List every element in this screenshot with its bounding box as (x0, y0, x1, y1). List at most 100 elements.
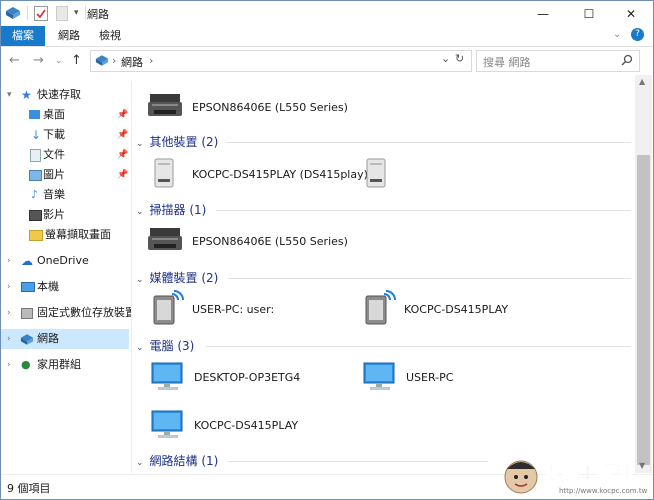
customize-toolbar-icon[interactable]: ▾ (74, 8, 79, 18)
device-media-2[interactable]: KOCPC-DS415PLAY (362, 289, 508, 329)
device-label: KOCPC-DS415PLAY (DS415play) (192, 167, 368, 181)
nav-homegroup[interactable]: › ● 家用群組 (1, 355, 131, 375)
chevron-right-icon[interactable]: › (7, 303, 11, 323)
device-media-1[interactable]: USER-PC: user: (150, 289, 274, 329)
device-other-2[interactable] (362, 154, 390, 194)
up-icon[interactable]: ↑ (71, 53, 82, 68)
chevron-down-icon[interactable]: ▾ (7, 85, 12, 105)
nav-removable-drive[interactable]: › 固定式數位存放裝置 (1, 303, 131, 323)
chevron-down-icon[interactable]: ⌄ (136, 207, 144, 217)
item-count: 9 個項目 (7, 482, 51, 495)
group-title: 其他裝置 (2) (149, 135, 219, 149)
chevron-down-icon[interactable]: ⌄ (136, 139, 144, 149)
properties-icon[interactable] (34, 5, 48, 21)
printer-icon (146, 90, 184, 125)
chevron-right-icon[interactable]: › (7, 277, 11, 297)
group-title: 掃描器 (1) (149, 203, 207, 217)
svg-text:電腦王阿達: 電腦王阿達 (543, 462, 633, 484)
pin-icon[interactable]: 📌 (117, 145, 128, 165)
help-icon[interactable]: ? (631, 28, 644, 41)
watermark-logo: 電腦王阿達 http://www.kocpc.com.tw (499, 451, 649, 499)
chevron-down-icon[interactable]: ⌄ (136, 458, 144, 468)
search-box[interactable]: 搜尋 網路 (476, 50, 640, 72)
computer-icon (150, 407, 186, 444)
device-label: KOCPC-DS415PLAY (194, 418, 299, 432)
device-pc-1[interactable]: DESKTOP-OP3ETG4 (150, 357, 300, 397)
title-bar: ▾ 網路 — ☐ ✕ (1, 1, 653, 26)
pin-icon[interactable]: 📌 (117, 105, 128, 125)
nav-item-downloads[interactable]: ↓ 下載 📌 (1, 125, 131, 145)
explorer-window: ▾ 網路 — ☐ ✕ 檔案 網路 檢視 ⌄ ? ← → ⌄ ↑ › 網路 › ⌄… (0, 0, 654, 500)
nav-label: 文件 (43, 148, 65, 161)
homegroup-icon: ● (21, 358, 31, 371)
path-separator-icon[interactable]: › (149, 54, 153, 67)
nav-label: 桌面 (43, 108, 65, 121)
computer-icon (362, 359, 398, 396)
group-title: 網路結構 (1) (149, 454, 219, 468)
window-title: 網路 (87, 8, 109, 21)
nav-item-pictures[interactable]: 圖片 📌 (1, 165, 131, 185)
download-icon: ↓ (31, 128, 42, 142)
group-title: 電腦 (3) (149, 339, 195, 353)
nas-icon (362, 157, 390, 192)
device-scanner[interactable]: EPSON86406E (L550 Series) (146, 221, 348, 261)
nav-item-videos[interactable]: 影片 (1, 205, 131, 225)
scrollbar-thumb[interactable] (637, 155, 650, 465)
expand-ribbon-icon[interactable]: ⌄ (613, 29, 621, 40)
address-dropdown-icon[interactable]: ⌄ (441, 52, 450, 65)
recent-locations-icon[interactable]: ⌄ (55, 56, 63, 66)
chevron-right-icon[interactable]: › (7, 251, 11, 271)
pin-icon[interactable]: 📌 (117, 165, 128, 185)
device-printer[interactable]: EPSON86406E (L550 Series) (146, 87, 348, 127)
nav-label: OneDrive (37, 254, 89, 267)
nav-item-desktop[interactable]: 桌面 📌 (1, 105, 131, 125)
group-scanners[interactable]: ⌄ 掃描器 (1) (136, 201, 631, 219)
maximize-button[interactable]: ☐ (567, 1, 611, 26)
tab-file[interactable]: 檔案 (1, 26, 45, 46)
scroll-up-icon[interactable]: ▲ (639, 77, 645, 86)
close-button[interactable]: ✕ (609, 1, 653, 26)
media-server-icon (362, 289, 396, 329)
tab-network[interactable]: 網路 (53, 26, 85, 46)
device-label: USER-PC: user: (192, 302, 275, 316)
address-bar[interactable]: › 網路 › ⌄ ↻ (90, 50, 472, 72)
back-icon[interactable]: ← (9, 53, 20, 68)
group-computers[interactable]: ⌄ 電腦 (3) (136, 337, 631, 355)
network-location-icon (95, 54, 109, 70)
search-input[interactable]: 搜尋 網路 (483, 54, 531, 70)
device-pc-2[interactable]: USER-PC (362, 357, 453, 397)
nav-item-screenshots[interactable]: 螢幕擷取畫面 (1, 225, 131, 245)
nav-label: 螢幕擷取畫面 (45, 228, 111, 241)
tab-view[interactable]: 檢視 (93, 26, 127, 46)
network-app-icon (5, 6, 21, 20)
nav-this-pc[interactable]: › 本機 (1, 277, 131, 297)
chevron-down-icon[interactable]: ⌄ (136, 343, 144, 353)
new-folder-icon[interactable] (56, 5, 68, 21)
device-label: KOCPC-DS415PLAY (404, 302, 509, 316)
search-icon[interactable] (621, 54, 633, 69)
nav-quick-access[interactable]: ▾ ★ 快速存取 (1, 85, 131, 105)
minimize-button[interactable]: — (521, 1, 565, 26)
chevron-right-icon[interactable]: › (7, 355, 11, 375)
computer-icon (150, 359, 186, 396)
group-media-devices[interactable]: ⌄ 媒體裝置 (2) (136, 269, 631, 287)
breadcrumb-network[interactable]: 網路 (121, 54, 143, 70)
group-other-devices[interactable]: ⌄ 其他裝置 (2) (136, 133, 631, 151)
device-pc-3[interactable]: KOCPC-DS415PLAY (150, 405, 298, 445)
music-icon: ♪ (31, 188, 39, 201)
vertical-scrollbar[interactable]: ▲ ▼ (635, 75, 652, 473)
nav-item-music[interactable]: ♪ 音樂 (1, 185, 131, 205)
chevron-down-icon[interactable]: ⌄ (136, 275, 144, 285)
quick-access-toolbar: ▾ (5, 5, 92, 21)
nav-network[interactable]: › 網路 (1, 329, 129, 349)
pin-icon[interactable]: 📌 (117, 125, 128, 145)
nav-onedrive[interactable]: › ☁ OneDrive (1, 251, 131, 271)
chevron-right-icon[interactable]: › (7, 329, 11, 349)
refresh-icon[interactable]: ↻ (455, 52, 464, 65)
nav-label: 下載 (43, 128, 65, 141)
device-other-1[interactable]: KOCPC-DS415PLAY (DS415play) (150, 154, 368, 194)
nav-item-documents[interactable]: 文件 📌 (1, 145, 131, 165)
path-separator-icon[interactable]: › (112, 54, 116, 67)
forward-icon[interactable]: → (33, 53, 44, 68)
device-label: EPSON86406E (L550 Series) (192, 234, 348, 248)
